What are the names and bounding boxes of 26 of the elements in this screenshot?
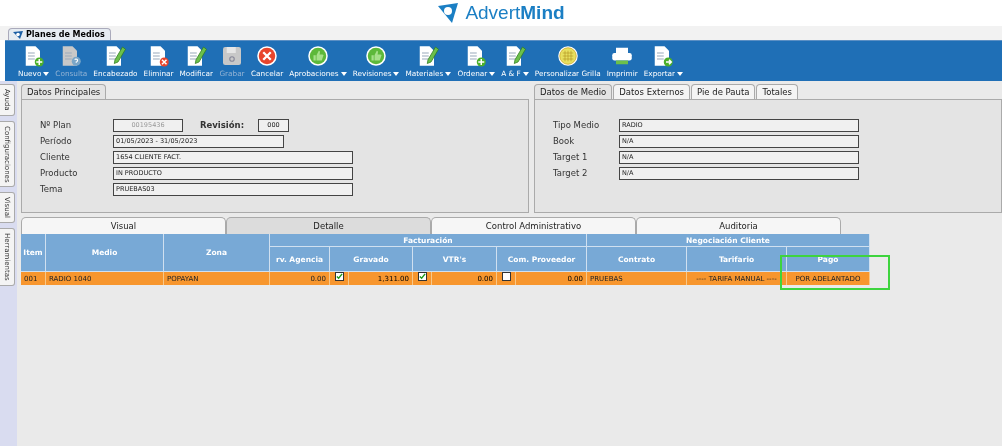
field-label: Revisión: — [200, 120, 245, 130]
field-label: Tipo Medio — [553, 120, 601, 130]
detail-tab[interactable]: Control Administrativo — [431, 217, 636, 234]
field-label: Target 2 — [553, 168, 589, 178]
logo-icon — [13, 30, 23, 39]
panel-tab[interactable]: Totales — [756, 84, 798, 99]
checkbox[interactable] — [418, 272, 427, 281]
window-tab[interactable]: Planes de Medios — [8, 28, 111, 40]
panel-tab[interactable]: Datos de Medio — [534, 84, 613, 99]
logo-text: AdvertMind — [465, 2, 565, 24]
field-label: Book — [553, 136, 576, 146]
checkbox[interactable] — [335, 272, 344, 281]
field-label: Producto — [40, 168, 79, 178]
field-label: Target 1 — [553, 152, 589, 162]
checkbox[interactable] — [502, 272, 511, 281]
logo-icon — [437, 3, 460, 23]
detail-tab[interactable]: Visual — [21, 217, 226, 234]
field-label: Tema — [40, 184, 64, 194]
field-label: Cliente — [40, 152, 71, 162]
panel-tab[interactable]: Pie de Pauta — [691, 84, 756, 99]
field-label: Nº Plan — [40, 120, 73, 130]
panel-tab[interactable]: Datos Externos — [613, 84, 690, 99]
detail-tab[interactable]: Detalle — [226, 217, 431, 234]
detail-tab[interactable]: Auditoria — [636, 217, 841, 234]
field-label: Período — [40, 136, 73, 146]
panel-tab[interactable]: Datos Principales — [21, 84, 107, 99]
